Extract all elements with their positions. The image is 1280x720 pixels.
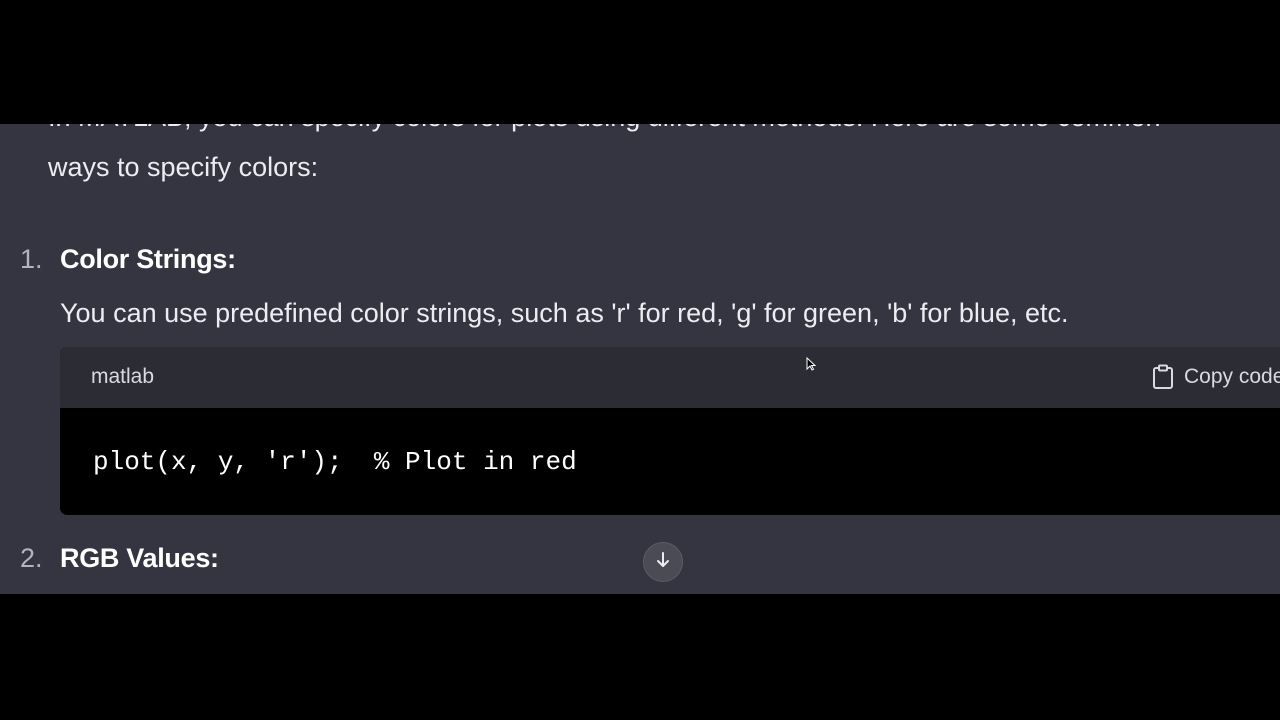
code-block-header: matlab Copy code (60, 347, 1280, 408)
intro-text-line2: ways to specify colors: (48, 152, 319, 182)
arrow-down-icon (655, 551, 671, 574)
list-number-1: 1. (20, 244, 43, 274)
code-language-label: matlab (91, 365, 155, 388)
list-number-2: 2. (20, 543, 43, 573)
letterbox-bottom (0, 594, 1280, 720)
chat-message-content: In MATLAB, you can specify colors for pl… (0, 124, 1280, 594)
list-heading-rgb-values: RGB Values: (60, 543, 219, 573)
mouse-cursor-icon (806, 356, 817, 371)
clipboard-icon (1151, 364, 1175, 390)
letterbox-top (0, 0, 1280, 124)
list-heading-color-strings: Color Strings: (60, 244, 236, 274)
intro-text-line1: In MATLAB, you can specify colors for pl… (48, 124, 1161, 132)
copy-code-button[interactable]: Copy code (1151, 359, 1280, 395)
code-content: plot(x, y, 'r'); % Plot in red (93, 447, 577, 477)
scroll-to-bottom-button[interactable] (643, 542, 683, 582)
code-block: matlab Copy code plot(x, y, 'r'); % Plot… (60, 347, 1280, 515)
color-strings-description: You can use predefined color strings, su… (60, 298, 1069, 328)
copy-code-label: Copy code (1184, 365, 1280, 388)
